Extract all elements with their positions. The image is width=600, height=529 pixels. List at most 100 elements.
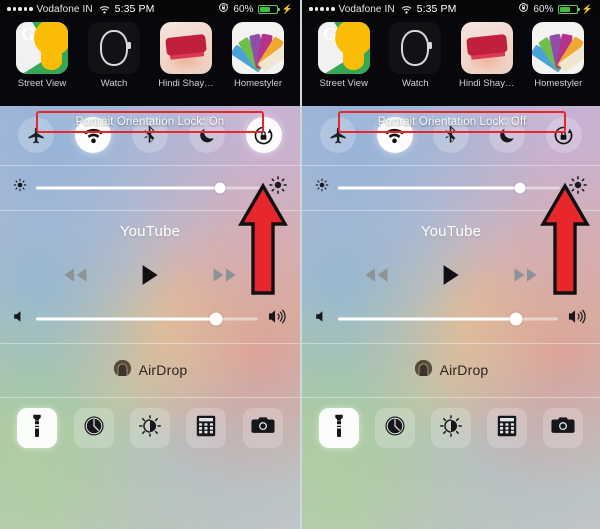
callout-box: Portrait Orientation Lock: On — [36, 111, 264, 133]
phone-panel-left: Vodafone IN 5:35 PM 60% ⚡ G Street View … — [0, 0, 300, 529]
status-bar: Vodafone IN 5:35 PM 60% ⚡ — [302, 0, 600, 18]
airdrop-label: AirDrop — [138, 362, 188, 378]
app-homestyler[interactable]: Homestyler — [227, 22, 289, 89]
lightning-bolt-icon: ⚡ — [281, 3, 293, 14]
app-hindi-shayari[interactable]: Hindi Shay… — [155, 22, 217, 89]
night-shift-icon — [440, 414, 462, 442]
status-bar-right: 60% ⚡ — [218, 2, 293, 16]
lightning-bolt-icon: ⚡ — [581, 3, 593, 14]
app-hindi-shayari[interactable]: Hindi Shay… — [456, 22, 518, 89]
app-label: Homestyler — [233, 78, 283, 89]
battery-icon — [257, 4, 280, 14]
calculator-shortcut[interactable] — [487, 408, 527, 448]
airdrop-row[interactable]: AirDrop — [0, 344, 300, 397]
camera-shortcut[interactable] — [242, 408, 283, 448]
control-center-panel: YouTube AirDrop — [302, 106, 600, 529]
play-button[interactable] — [441, 264, 461, 291]
timer-shortcut[interactable] — [375, 408, 415, 448]
shortcut-row — [302, 398, 600, 448]
app-label: Hindi Shay… — [459, 78, 515, 89]
screenshot-root: Vodafone IN 5:35 PM 60% ⚡ G Street View … — [0, 0, 600, 529]
slider-knob[interactable] — [509, 312, 523, 326]
speaker-loud-icon — [268, 309, 287, 329]
signal-strength-dots — [7, 7, 33, 11]
street-view-app-icon: G — [16, 22, 68, 74]
home-screen-apps: G Street View Watch Hindi Shay… Homestyl… — [0, 18, 300, 106]
hindi-shayari-app-icon — [160, 22, 212, 74]
clock-label: 5:35 PM — [114, 3, 155, 15]
timer-shortcut[interactable] — [73, 408, 114, 448]
rotation-lock-status-icon — [518, 2, 529, 16]
homestyler-app-icon — [532, 22, 585, 74]
flashlight-shortcut[interactable] — [17, 408, 58, 448]
app-homestyler[interactable]: Homestyler — [527, 22, 589, 89]
carrier-label: Vodafone IN — [36, 3, 93, 15]
slider-knob[interactable] — [214, 182, 226, 193]
carrier-label: Vodafone IN — [338, 3, 395, 15]
clock-label: 5:35 PM — [416, 3, 457, 15]
slider-fill — [338, 317, 517, 321]
fast-forward-button[interactable] — [212, 267, 238, 288]
flashlight-icon — [334, 414, 344, 443]
night-shift-shortcut[interactable] — [431, 408, 471, 448]
callout-label: Portrait Orientation Lock: Off — [377, 116, 527, 128]
calculator-shortcut[interactable] — [186, 408, 227, 448]
app-street-view[interactable]: G Street View — [11, 22, 73, 89]
timer-icon — [384, 415, 406, 442]
control-center-panel: YouTube AirDrop — [0, 106, 300, 529]
pointer-arrow-right — [540, 182, 590, 295]
slider-knob[interactable] — [514, 182, 526, 193]
volume-row — [302, 297, 600, 343]
slider-knob[interactable] — [209, 312, 223, 326]
camera-icon — [551, 416, 575, 440]
camera-icon — [251, 416, 275, 440]
calculator-icon — [196, 415, 216, 442]
brightness-slider[interactable] — [36, 182, 260, 193]
battery-percent-label: 60% — [533, 3, 554, 15]
app-street-view[interactable]: G Street View — [313, 22, 375, 89]
airdrop-icon — [113, 359, 132, 381]
callout-label: Portrait Orientation Lock: On — [75, 116, 225, 128]
app-label: Watch — [401, 78, 429, 89]
slider-fill — [36, 317, 216, 321]
brightness-slider[interactable] — [338, 182, 560, 193]
fast-forward-button[interactable] — [513, 267, 539, 288]
camera-shortcut[interactable] — [543, 408, 583, 448]
app-watch[interactable]: Watch — [384, 22, 446, 89]
speaker-loud-icon — [568, 309, 587, 329]
status-bar-right: 60% ⚡ — [518, 2, 593, 16]
app-watch[interactable]: Watch — [83, 22, 145, 89]
airdrop-row[interactable]: AirDrop — [302, 344, 600, 397]
airdrop-icon — [414, 359, 433, 381]
street-view-app-icon: G — [317, 22, 370, 74]
calculator-icon — [497, 415, 517, 442]
slider-fill — [36, 186, 220, 189]
app-label: Hindi Shay… — [158, 78, 214, 89]
speaker-mute-icon — [315, 310, 328, 328]
sun-small-icon — [13, 178, 27, 197]
battery-icon — [557, 4, 580, 14]
timer-icon — [83, 415, 105, 442]
app-label: Watch — [100, 78, 128, 89]
battery-percent-label: 60% — [233, 3, 254, 15]
pointer-arrow-left — [238, 182, 288, 295]
phone-panel-right: Vodafone IN 5:35 PM 60% ⚡ G Street View … — [300, 0, 600, 529]
night-shift-shortcut[interactable] — [129, 408, 170, 448]
rewind-button[interactable] — [62, 267, 88, 288]
wifi-icon — [99, 5, 110, 14]
rotation-lock-status-icon — [218, 2, 229, 16]
watch-app-icon — [88, 22, 140, 74]
app-row: G Street View Watch Hindi Shay… Homestyl… — [0, 22, 300, 89]
app-label: Homestyler — [534, 78, 583, 89]
shortcut-row — [0, 398, 300, 448]
home-screen-apps: G Street View Watch Hindi Shay… Homestyl… — [302, 18, 600, 106]
flashlight-shortcut[interactable] — [319, 408, 359, 448]
app-label: Street View — [319, 78, 368, 89]
volume-slider[interactable] — [36, 312, 258, 326]
callout-box: Portrait Orientation Lock: Off — [338, 111, 566, 133]
app-label: Street View — [17, 78, 67, 89]
homestyler-app-icon — [232, 22, 284, 74]
play-button[interactable] — [140, 264, 160, 291]
rewind-button[interactable] — [363, 267, 389, 288]
volume-slider[interactable] — [338, 312, 558, 326]
